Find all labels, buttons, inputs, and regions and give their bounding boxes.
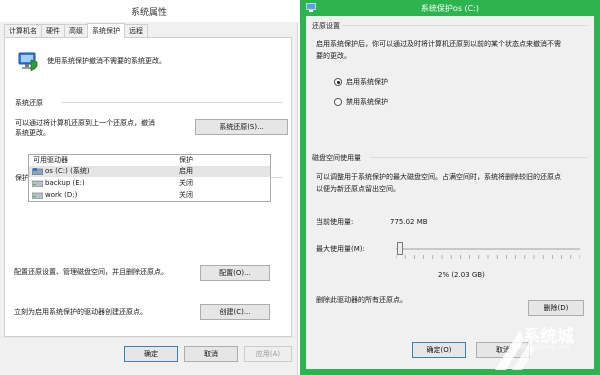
- title-bar: 系统属性: [0, 0, 298, 22]
- drive-protection-state: 启用: [179, 167, 193, 175]
- delete-description: 删除此驱动器的所有还原点。: [316, 296, 407, 304]
- drive-row[interactable]: work (D:) 关闭: [29, 190, 270, 201]
- watermark-url: xitongcheng.com: [518, 344, 570, 351]
- list-header: 可用驱动器 保护: [29, 155, 270, 165]
- divider: [61, 102, 283, 103]
- dialog-title: 系统保护os (C:): [420, 4, 480, 13]
- drive-list[interactable]: 可用驱动器 保护 os (C:) (系统) 启用 backup (E:) 关闭: [28, 154, 271, 202]
- radio-label: 启用系统保护: [346, 78, 388, 86]
- system-properties-window: 系统属性 计算机名 硬件 高级 系统保护 远程 使用系统保护撤消不需要的系统更改…: [0, 0, 298, 375]
- drive-icon: [32, 180, 43, 187]
- slider-ticks: [396, 255, 580, 259]
- max-usage-value: 2% (2.03 GB): [438, 271, 485, 279]
- current-usage-value: 775.02 MB: [390, 218, 428, 226]
- drive-row[interactable]: os (C:) (系统) 启用: [29, 166, 270, 177]
- disk-usage-heading: 磁盘空间使用量: [312, 154, 361, 162]
- system-protection-icon: [18, 52, 38, 72]
- drive-protection-state: 关闭: [179, 191, 193, 199]
- delete-button[interactable]: 删除(D): [528, 300, 584, 316]
- system-drive-icon: [32, 168, 43, 175]
- restore-settings-description-line1: 启用系统保护后，你可以通过及时将计算机还原到以前的某个状态点来撤消不需: [316, 40, 561, 48]
- system-restore-heading: 系统还原: [15, 99, 43, 107]
- create-button[interactable]: 创建(C)...: [200, 304, 270, 320]
- max-usage-slider-handle[interactable]: [396, 242, 403, 255]
- max-usage-label: 最大使用量(M):: [316, 245, 365, 253]
- restore-settings-description-line2: 要的更改。: [316, 52, 351, 60]
- title-bar: 系统保护os (C:): [300, 0, 600, 16]
- window-title: 系统属性: [130, 8, 167, 18]
- configure-button[interactable]: 配置(O)...: [200, 265, 270, 281]
- drive-icon: [32, 192, 43, 199]
- radio-label: 禁用系统保护: [346, 98, 388, 106]
- configure-description: 配置还原设置、管理磁盘空间，并且删除还原点。: [14, 268, 168, 276]
- tab-computer-name[interactable]: 计算机名: [4, 24, 42, 38]
- column-header-protection[interactable]: 保护: [179, 155, 193, 165]
- max-usage-slider-track[interactable]: [396, 248, 580, 250]
- restore-description-line1: 可以通过将计算机还原到上一个还原点，撤消: [15, 119, 155, 127]
- divider: [370, 157, 588, 158]
- ok-button[interactable]: 确定: [124, 346, 178, 362]
- drive-name: os (C:) (系统): [45, 167, 90, 175]
- restore-settings-heading: 还原设置: [312, 22, 340, 30]
- ok-button[interactable]: 确定(O): [412, 342, 466, 358]
- column-header-drives[interactable]: 可用驱动器: [33, 155, 68, 165]
- tab-strip: 计算机名 硬件 高级 系统保护 远程: [4, 23, 148, 38]
- disk-usage-description-line2: 以便为新还原点留出空间。: [316, 185, 400, 193]
- drive-name: work (D:): [45, 191, 78, 199]
- current-usage-label: 当前使用量:: [316, 218, 354, 226]
- restore-description-line2: 系统更改。: [15, 129, 50, 137]
- create-description: 立刻为启用系统保护的驱动器创建还原点。: [14, 308, 147, 316]
- tab-remote[interactable]: 远程: [124, 24, 148, 38]
- drive-name: backup (E:): [45, 179, 85, 187]
- apply-button[interactable]: 应用(A): [244, 346, 292, 362]
- divider: [0, 337, 298, 338]
- drive-protection-state: 关闭: [179, 179, 193, 187]
- radio-button[interactable]: [334, 98, 342, 106]
- tab-hardware[interactable]: 硬件: [41, 24, 65, 38]
- radio-button[interactable]: [334, 78, 342, 86]
- tab-advanced[interactable]: 高级: [64, 24, 88, 38]
- disk-usage-description-line1: 可以调整用于系统保护的最大磁盘空间。占满空间时，系统将删除较旧的还原点: [316, 173, 561, 181]
- system-protection-dialog: 系统保护os (C:) 还原设置 启用系统保护后，你可以通过及时将计算机还原到以…: [300, 0, 600, 375]
- intro-text: 使用系统保护撤消不需要的系统更改。: [47, 57, 166, 65]
- system-restore-button[interactable]: 系统还原(S)...: [195, 119, 288, 135]
- drive-row[interactable]: backup (E:) 关闭: [29, 178, 270, 189]
- dialog-body: 还原设置 启用系统保护后，你可以通过及时将计算机还原到以前的某个状态点来撤消不需…: [306, 16, 594, 369]
- divider: [342, 25, 588, 26]
- tab-system-protection[interactable]: 系统保护: [87, 23, 125, 38]
- cancel-button[interactable]: 取消: [184, 346, 238, 362]
